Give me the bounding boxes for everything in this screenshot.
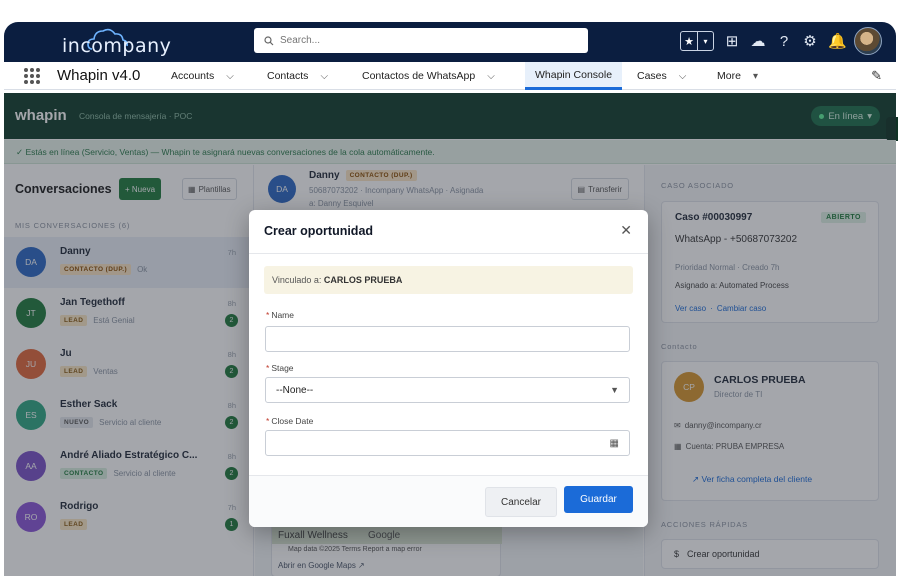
favorites-button[interactable]: ★ ▾ (680, 31, 714, 51)
linked-contact-banner: Vinculado a: CARLOS PRUEBA (264, 266, 633, 294)
nav-tab-contacts[interactable]: Contacts ⌵ (267, 62, 328, 90)
logo-text: incompany (62, 35, 172, 57)
modal-footer: Cancelar Guardar (249, 475, 648, 527)
create-opportunity-modal: Crear oportunidad ✕ Vinculado a: CARLOS … (249, 210, 648, 527)
search-icon (264, 35, 274, 45)
nav-tab-label: More (717, 70, 741, 82)
name-input[interactable] (265, 326, 630, 352)
linked-prefix: Vinculado a: (272, 275, 322, 285)
linked-contact-name: CARLOS PRUEBA (323, 275, 403, 285)
gear-icon[interactable]: ⚙ (802, 32, 818, 50)
global-header: incompany ★ ▾ ⊞ ☁ ? ⚙ 🔔 (4, 22, 896, 62)
user-avatar[interactable] (854, 27, 882, 55)
star-icon: ★ (684, 35, 694, 48)
close-date-field-label: * Close Date (266, 416, 313, 426)
nav-tab-label: Contactos de WhatsApp (362, 70, 476, 82)
nav-tab-label: Contacts (267, 70, 309, 82)
app-name: Whapin v4.0 (57, 67, 141, 84)
stage-field-label: * Stage (266, 363, 294, 373)
nav-tab-contactos-whatsapp[interactable]: Contactos de WhatsApp ⌵ (362, 62, 495, 90)
chevron-down-icon[interactable]: ⌵ (487, 71, 495, 82)
global-search[interactable] (254, 28, 588, 53)
caret-down-icon: ▼ (610, 385, 619, 395)
bell-icon[interactable]: 🔔 (828, 32, 847, 50)
required-marker: * (266, 363, 270, 373)
modal-title: Crear oportunidad (264, 224, 374, 238)
nav-tab-whapin-console[interactable]: Whapin Console (525, 62, 623, 90)
stage-select[interactable]: --None-- ▼ (265, 377, 630, 403)
stage-selected-value: --None-- (276, 384, 314, 396)
company-logo[interactable]: incompany (46, 22, 171, 62)
name-label-text: Name (271, 310, 294, 320)
chevron-down-icon[interactable]: ⌵ (226, 71, 234, 82)
name-field-label: * Name (266, 310, 294, 320)
chevron-down-icon: ▾ (697, 32, 713, 50)
nav-more[interactable]: More ▾ (717, 62, 758, 90)
required-marker: * (266, 310, 270, 320)
nav-tab-cases[interactable]: Cases ⌵ (637, 62, 686, 90)
edit-pencil-icon[interactable]: ✎ (871, 68, 882, 84)
caret-down-icon: ▾ (752, 70, 758, 82)
close-date-input[interactable]: ▦ (265, 430, 630, 456)
app-nav-bar: Whapin v4.0 Accounts ⌵ Contacts ⌵ Contacto… (4, 62, 896, 90)
help-icon[interactable]: ? (776, 33, 792, 50)
close-icon[interactable]: ✕ (620, 222, 632, 239)
nav-tab-label: Accounts (171, 70, 215, 82)
app-launcher-icon[interactable] (24, 68, 40, 84)
cancel-button[interactable]: Cancelar (485, 487, 557, 517)
modal-header: Crear oportunidad ✕ (249, 210, 648, 254)
search-input[interactable] (280, 35, 560, 46)
plus-icon[interactable]: ⊞ (724, 32, 740, 50)
nav-tab-accounts[interactable]: Accounts ⌵ (171, 62, 234, 90)
chevron-down-icon[interactable]: ⌵ (320, 71, 328, 82)
trailhead-icon[interactable]: ☁ (750, 32, 766, 50)
nav-tab-label: Whapin Console (535, 68, 613, 81)
stage-label-text: Stage (271, 363, 294, 373)
close-date-label-text: Close Date (271, 416, 314, 426)
save-button[interactable]: Guardar (564, 486, 633, 513)
required-marker: * (266, 416, 270, 426)
chevron-down-icon[interactable]: ⌵ (679, 71, 687, 82)
header-utility-icons: ★ ▾ ⊞ ☁ ? ⚙ 🔔 (680, 27, 882, 55)
nav-tab-label: Cases (637, 70, 667, 82)
calendar-icon[interactable]: ▦ (610, 438, 619, 449)
